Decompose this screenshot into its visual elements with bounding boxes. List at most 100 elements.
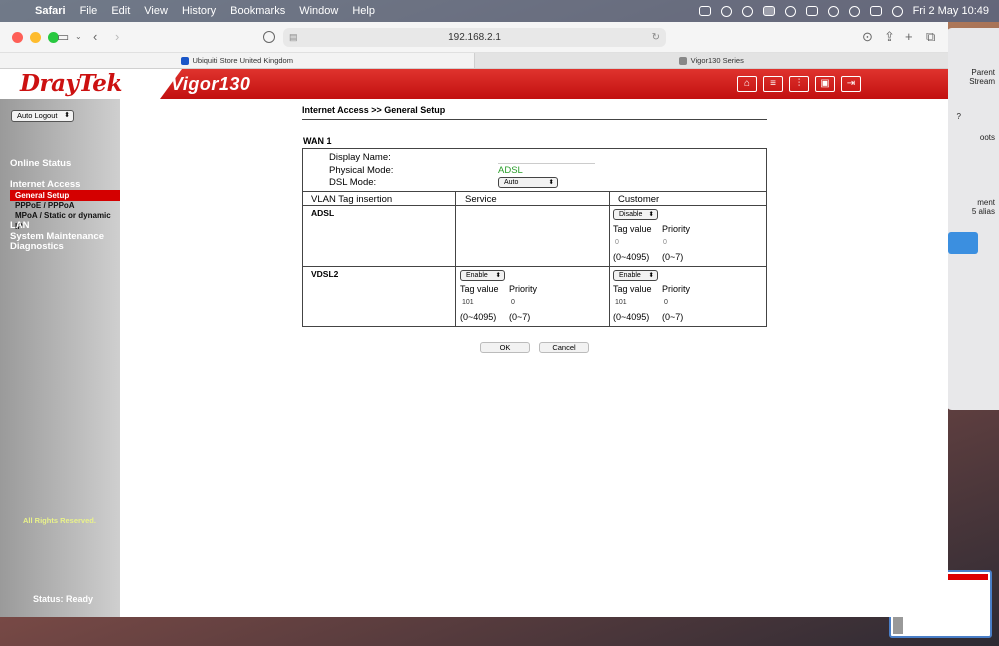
divider [302, 119, 767, 120]
divider [455, 191, 456, 326]
display-name-label: Display Name: [329, 152, 391, 163]
tab-overview-icon[interactable]: ⧉ [926, 29, 935, 45]
display-name-input[interactable] [498, 153, 595, 164]
model-name: Vigor130 [171, 74, 251, 94]
physical-mode-value: ADSL [498, 165, 523, 176]
vdsl2-service-tag-range: (0~4095) [460, 312, 497, 322]
router-sidebar: Auto Logout Online Status Internet Acces… [0, 99, 120, 617]
wan-settings-box: Display Name: Physical Mode: ADSL DSL Mo… [302, 148, 767, 327]
vdsl2-service-priority-input[interactable]: 0 [511, 299, 515, 306]
cancel-button[interactable]: Cancel [539, 342, 589, 353]
settings-icon[interactable]: ⫶ [789, 76, 809, 92]
vdsl2-customer-priority-range: (0~7) [662, 312, 684, 322]
page-icon [678, 56, 687, 65]
privacy-shield-icon[interactable] [263, 31, 275, 43]
menu-bookmarks[interactable]: Bookmarks [223, 5, 292, 17]
logo-area: DrayTek [0, 69, 182, 99]
chevron-down-icon[interactable]: ⌄ [75, 32, 82, 41]
col-customer-header: Customer [618, 194, 660, 205]
adsl-tag-range: (0~4095) [613, 252, 650, 262]
user-icon[interactable] [784, 5, 796, 17]
divider [303, 205, 766, 206]
vpn-icon[interactable] [741, 5, 753, 17]
wifi-off-icon[interactable] [827, 5, 839, 17]
search-icon[interactable] [848, 5, 860, 17]
bg-blue-block [948, 232, 978, 254]
nav-online-status[interactable]: Online Status [10, 158, 71, 169]
nav-lan[interactable]: LAN [10, 220, 30, 231]
reload-icon[interactable]: ↻ [652, 28, 660, 47]
tab-vigor130[interactable]: Vigor130 Series [475, 53, 949, 68]
dsl-mode-select[interactable]: Auto [498, 177, 558, 188]
background-window: Parent Stream ? oots ment 5 alias [946, 28, 999, 410]
back-icon[interactable]: ‹ [93, 29, 97, 44]
bg-text: ? [956, 112, 961, 121]
battery-icon[interactable] [805, 6, 818, 16]
bg-text: Stream [969, 77, 995, 86]
page-menu-icon[interactable]: ▤ [289, 28, 298, 47]
cloud-icon[interactable] [720, 5, 732, 17]
vdsl2-customer-tag-input[interactable]: 101 [615, 299, 627, 306]
home-icon[interactable]: ⌂ [737, 76, 757, 92]
divider [303, 191, 766, 192]
adsl-tag-label: Tag value [613, 224, 652, 234]
physical-mode-label: Physical Mode: [329, 165, 394, 176]
menu-history[interactable]: History [175, 5, 223, 17]
copyright-text: All Rights Reserved. [23, 516, 96, 525]
menu-view[interactable]: View [137, 5, 175, 17]
download-icon[interactable]: ⊙ [862, 29, 873, 45]
bg-text: Parent [971, 68, 995, 77]
bg-text: oots [979, 133, 995, 142]
menu-window[interactable]: Window [292, 5, 345, 17]
screen-icon[interactable] [698, 6, 711, 16]
logout-icon[interactable]: ⇥ [841, 76, 861, 92]
safari-window: ▭ ⌄ ‹ › ▤ 192.168.2.1 ↻ ⊙ ⇪ + ⧉ Ubiquiti… [0, 22, 948, 617]
nav-internet-access[interactable]: Internet Access [10, 179, 80, 190]
vdsl2-customer-select[interactable]: Enable [613, 270, 658, 281]
vdsl2-service-priority-range: (0~7) [509, 312, 531, 322]
new-tab-icon[interactable]: + [905, 29, 913, 44]
vdsl2-service-tag-input[interactable]: 101 [462, 299, 474, 306]
forward-icon[interactable]: › [115, 29, 119, 44]
vdsl2-label: VDSL2 [311, 269, 339, 279]
divider [609, 191, 610, 326]
col-vlan-header: VLAN Tag insertion [311, 194, 393, 205]
siri-icon[interactable] [891, 5, 903, 17]
adsl-customer-tag-input[interactable]: 0 [615, 239, 619, 246]
menu-help[interactable]: Help [345, 5, 382, 17]
vdsl2-customer-tag-range: (0~4095) [613, 312, 650, 322]
ubiquiti-icon [180, 56, 189, 65]
adsl-customer-select[interactable]: Disable [613, 209, 658, 220]
close-window-button[interactable] [12, 31, 23, 43]
menu-file[interactable]: File [73, 5, 105, 17]
wan-title: WAN 1 [303, 136, 332, 146]
control-center-icon[interactable] [869, 6, 882, 16]
status-text: Status: Ready [33, 594, 94, 604]
ok-button[interactable]: OK [480, 342, 530, 353]
tab-label: Vigor130 Series [690, 56, 744, 65]
breadcrumb: Internet Access >> General Setup [302, 105, 446, 115]
sidebar-toggle-icon[interactable]: ▭ [57, 29, 69, 45]
auto-logout-select[interactable]: Auto Logout [11, 110, 74, 122]
tab-bar: Ubiquiti Store United Kingdom Vigor130 S… [0, 53, 948, 69]
share-icon[interactable]: ⇪ [884, 29, 895, 45]
stage-manager-icon[interactable] [762, 6, 775, 16]
dsl-mode-label: DSL Mode: [329, 177, 377, 188]
minimize-window-button[interactable] [30, 31, 41, 43]
col-service-header: Service [465, 194, 497, 205]
menu-app[interactable]: Safari [28, 5, 73, 17]
nav-diagnostics[interactable]: Diagnostics [10, 241, 64, 252]
tab-ubiquiti[interactable]: Ubiquiti Store United Kingdom [0, 53, 475, 68]
vdsl2-service-select[interactable]: Enable [460, 270, 505, 281]
adsl-customer-priority-input[interactable]: 0 [663, 239, 667, 246]
menu-icon[interactable]: ≡ [763, 76, 783, 92]
menubar-clock[interactable]: Fri 2 May 10:49 [913, 5, 989, 17]
vdsl2-customer-tag-label: Tag value [613, 284, 652, 294]
vdsl2-customer-priority-input[interactable]: 0 [664, 299, 668, 306]
divider [303, 266, 766, 267]
vdsl2-service-tag-label: Tag value [460, 284, 499, 294]
address-bar[interactable]: ▤ 192.168.2.1 ↻ [283, 28, 666, 47]
save-icon[interactable]: ▣ [815, 76, 835, 92]
menu-edit[interactable]: Edit [104, 5, 137, 17]
adsl-label: ADSL [311, 208, 335, 218]
